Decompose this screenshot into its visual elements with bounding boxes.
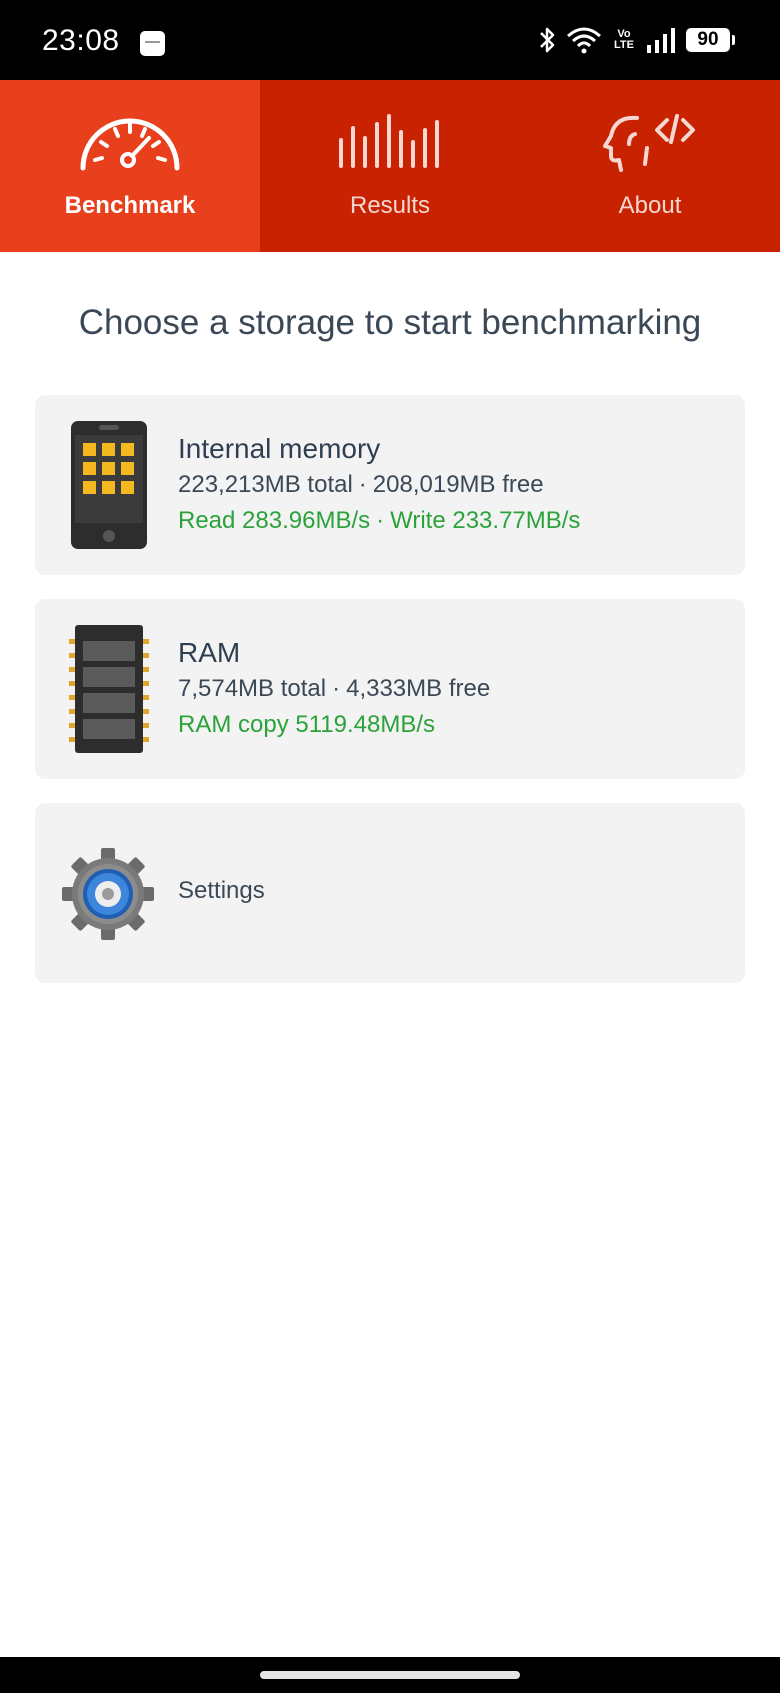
volte-bottom: LTE [614, 39, 634, 51]
tab-bar: Benchmark Results About [0, 80, 780, 252]
navigation-bar [0, 1657, 780, 1693]
tab-results[interactable]: Results [260, 80, 520, 252]
internal-memory-card[interactable]: Internal memory 223,213MB total · 208,019M… [35, 395, 745, 575]
internal-memory-title: Internal memory [178, 433, 381, 464]
settings-card[interactable]: Settings [35, 803, 745, 983]
internal-memory-info: Internal memory 223,213MB total · 208,019M… [178, 431, 580, 539]
internal-memory-read: Read 283.96MB/s [178, 507, 371, 534]
ram-capacity: 7,574MB total · 4,333MB free [178, 671, 490, 707]
tab-about[interactable]: About [520, 80, 780, 252]
separator-dot: · [376, 507, 385, 534]
tab-benchmark-label: Benchmark [64, 192, 196, 219]
ram-info: RAM 7,574MB total · 4,333MB free RAM copy … [178, 635, 490, 743]
tab-benchmark[interactable]: Benchmark [0, 80, 260, 252]
status-icons: Vo LTE 90 [538, 26, 735, 54]
tab-results-label: Results [349, 192, 431, 219]
internal-memory-speed: Read 283.96MB/s · Write 233.77MB/s [178, 503, 580, 539]
volte-icon: Vo LTE [612, 29, 636, 51]
page-title: Choose a storage to start benchmarking [78, 303, 702, 342]
tab-about-label: About [618, 192, 682, 219]
gear-icon [62, 848, 154, 940]
bluetooth-icon [540, 27, 555, 53]
status-bar: 23:08 Vo LTE 90 [0, 0, 780, 80]
ram-total: 7,574MB total [178, 675, 327, 702]
ram-chip-icon [69, 625, 149, 753]
head-code-icon [603, 114, 695, 172]
internal-memory-free: 208,019MB free [372, 471, 544, 498]
ram-title: RAM [178, 637, 241, 668]
ram-free: 4,333MB free [346, 675, 491, 702]
ram-card[interactable]: RAM 7,574MB total · 4,333MB free RAM copy … [35, 599, 745, 779]
internal-memory-capacity: 223,213MB total · 208,019MB free [178, 467, 580, 503]
home-gesture-pill[interactable] [260, 1671, 520, 1679]
separator-dot: · [358, 471, 367, 498]
internal-memory-total: 223,213MB total [178, 471, 353, 498]
internal-memory-write: Write 233.77MB/s [390, 507, 581, 534]
phone-icon [71, 421, 147, 549]
settings-label: Settings [178, 877, 265, 904]
bars-icon [339, 114, 439, 168]
signal-icon [647, 28, 675, 53]
speedometer-icon [80, 118, 180, 171]
battery-icon: 90 [686, 28, 735, 52]
status-time: 23:08 [42, 24, 120, 57]
ram-copy-speed: RAM copy 5119.48MB/s [178, 711, 436, 738]
wifi-icon [567, 27, 601, 54]
notification-icon [140, 31, 165, 56]
separator-dot: · [332, 675, 341, 702]
